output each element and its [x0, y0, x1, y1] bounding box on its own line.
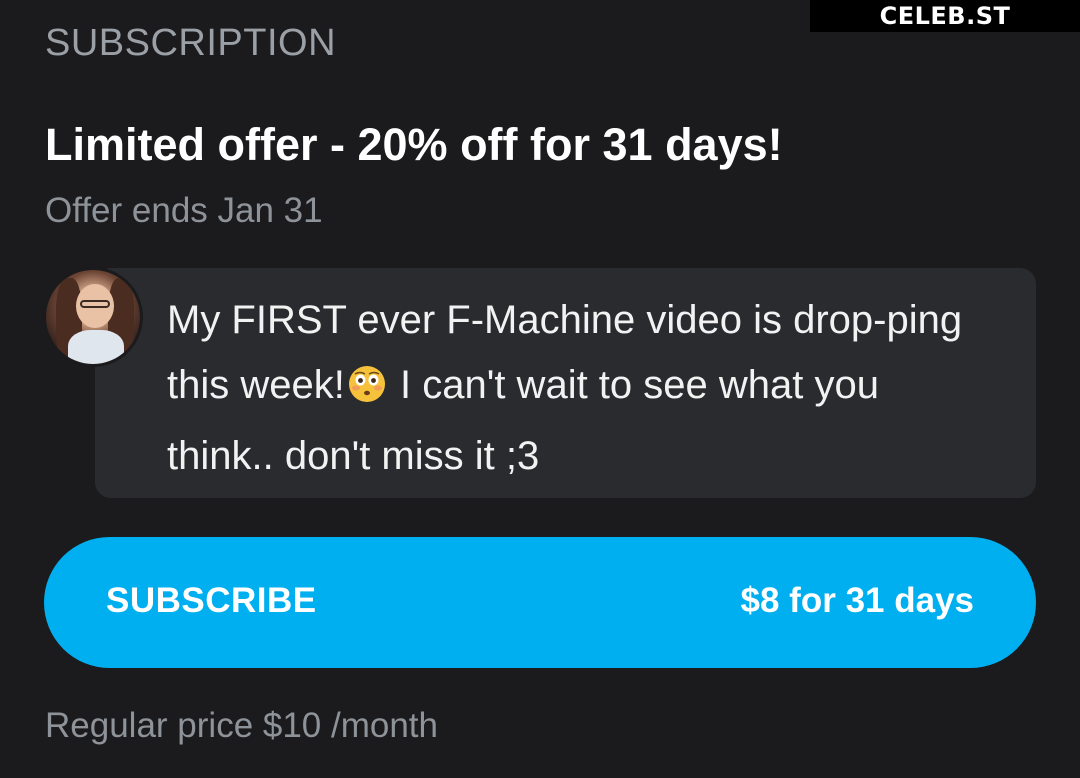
creator-message-text: My FIRST ever F-Machine video is drop-pi… [167, 288, 987, 489]
section-label: SUBSCRIPTION [45, 22, 337, 64]
avatar-clothing [68, 330, 124, 364]
regular-price-text: Regular price $10 /month [45, 706, 438, 745]
watermark: CELEB.ST [810, 0, 1080, 32]
subscribe-button-label: SUBSCRIBE [106, 581, 317, 620]
subscribe-button[interactable]: SUBSCRIBE $8 for 31 days [44, 537, 1036, 668]
flushed-face-icon [347, 359, 387, 424]
offer-title: Limited offer - 20% off for 31 days! [45, 119, 783, 170]
subscribe-button-price: $8 for 31 days [740, 581, 974, 620]
creator-avatar[interactable] [43, 267, 143, 367]
creator-message-bubble: My FIRST ever F-Machine video is drop-pi… [95, 268, 1036, 498]
avatar-glasses [80, 300, 110, 308]
subscription-screen: CELEB.ST SUBSCRIPTION Limited offer - 20… [0, 0, 1080, 778]
watermark-text: CELEB.ST [879, 2, 1011, 30]
offer-ends-text: Offer ends Jan 31 [45, 191, 323, 230]
